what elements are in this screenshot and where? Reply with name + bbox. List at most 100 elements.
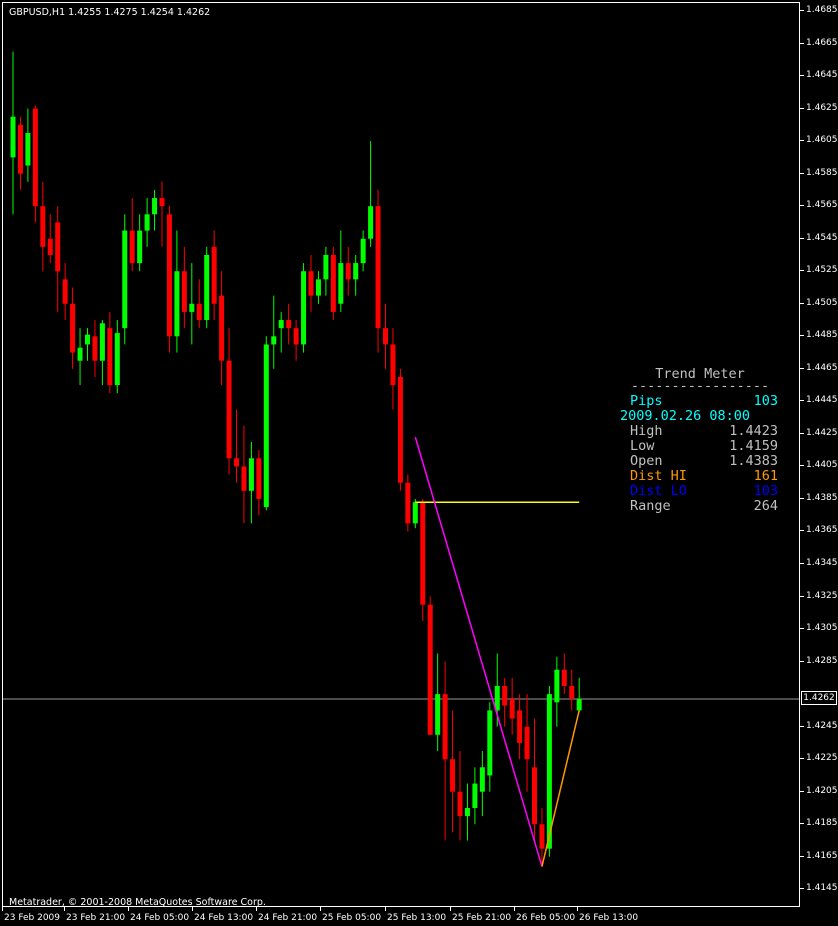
trend-meter-label: High xyxy=(630,423,663,439)
candle-body xyxy=(405,482,411,524)
price-label: 1.4665 xyxy=(806,37,838,48)
trend-meter-label: Low xyxy=(630,438,655,454)
candle-body xyxy=(92,336,98,361)
candle-body xyxy=(427,604,433,735)
price-tick xyxy=(800,530,804,532)
candle-body xyxy=(330,254,336,312)
candle-body xyxy=(442,694,448,760)
candle-body xyxy=(517,710,523,743)
trend-meter-row: Open 1.4383 xyxy=(616,454,784,469)
candle-body xyxy=(107,328,113,386)
price-label: 1.4585 xyxy=(806,167,838,178)
candle-body xyxy=(464,807,470,817)
trend-meter-value: 1.4383 xyxy=(729,453,778,469)
time-axis[interactable]: 23 Feb 2009 23 Feb 21:00 24 Feb 05:00 24 Fe… xyxy=(0,907,800,926)
time-tick xyxy=(514,907,515,911)
time-tick xyxy=(320,907,321,911)
price-label: 1.4525 xyxy=(806,265,838,276)
price-tick xyxy=(800,855,804,857)
price-tick xyxy=(800,465,804,467)
candle-body xyxy=(248,458,254,491)
price-label: 1.4245 xyxy=(806,720,838,731)
candle-body xyxy=(166,214,172,337)
price-tick xyxy=(800,790,804,792)
time-tick xyxy=(128,907,129,911)
price-tick xyxy=(800,205,804,207)
price-tick xyxy=(800,595,804,597)
candle-body xyxy=(569,685,575,700)
price-label: 1.4685 xyxy=(806,5,838,15)
price-label: 1.4345 xyxy=(806,558,838,568)
price-tick xyxy=(800,107,804,109)
candle-body xyxy=(226,360,232,459)
price-tick xyxy=(800,497,804,499)
time-tick xyxy=(577,907,578,911)
price-tick xyxy=(800,823,804,825)
candle-body xyxy=(368,206,374,239)
trend-meter-rows: Pips 103 2009.02.26 08:00 High 1.4423 Low 1.41… xyxy=(616,394,784,514)
time-tick xyxy=(385,907,386,911)
candle-body xyxy=(450,759,456,792)
price-tick xyxy=(800,75,804,77)
price-label: 1.4385 xyxy=(806,492,838,503)
price-tick xyxy=(800,10,804,11)
candle-body xyxy=(435,694,441,735)
candle-body xyxy=(576,699,582,711)
trend-meter-value: 1.4159 xyxy=(729,438,778,454)
time-label: 24 Feb 13:00 xyxy=(194,913,254,923)
plot-area[interactable]: GBPUSD,H1 1.4255 1.4275 1.4254 1.4262 Me… xyxy=(2,2,800,907)
price-label: 1.4625 xyxy=(806,102,838,113)
price-tick xyxy=(800,888,804,890)
price-tick xyxy=(800,563,804,564)
candle-body xyxy=(189,303,195,312)
candle-body xyxy=(25,132,31,166)
candle-body xyxy=(211,246,217,304)
price-tick xyxy=(800,432,804,434)
price-tick xyxy=(800,725,804,727)
price-tick xyxy=(800,660,804,662)
candle-body xyxy=(397,376,403,483)
candle-body xyxy=(219,295,225,361)
candle-body xyxy=(47,238,53,255)
price-tick xyxy=(800,367,804,369)
candle-body xyxy=(62,279,68,304)
trend-meter-value: 103 xyxy=(753,483,778,499)
candle-body xyxy=(383,328,388,345)
candle-body xyxy=(420,502,426,605)
price-tick xyxy=(800,140,804,142)
trend-meter-value: 1.4423 xyxy=(729,423,778,439)
price-label: 1.4605 xyxy=(806,135,838,146)
price-label: 1.4545 xyxy=(806,232,838,243)
candle-body xyxy=(271,336,277,345)
time-tick xyxy=(192,907,193,911)
candle-body xyxy=(263,344,269,508)
time-tick xyxy=(256,907,257,911)
candle-body xyxy=(338,263,344,304)
candle-body xyxy=(353,263,359,280)
price-tick xyxy=(800,758,804,760)
price-axis[interactable]: 1.4685 1.4665 1.4645 1.4625 1.4605 1.4585 1.45… xyxy=(800,0,838,926)
trend-meter-row: Range 264 xyxy=(616,499,784,514)
trend-meter-row: Dist LO 103 xyxy=(616,484,784,499)
candle-body xyxy=(85,334,90,345)
candle-body xyxy=(360,238,366,264)
chart-window[interactable]: GBPUSD,H1 1.4255 1.4275 1.4254 1.4262 Me… xyxy=(0,0,838,926)
candle-body xyxy=(561,669,567,686)
trend-meter-value: 161 xyxy=(753,468,778,484)
candle-body xyxy=(144,214,150,231)
price-label: 1.4145 xyxy=(806,883,838,894)
trend-meter-label: Open xyxy=(630,453,663,469)
candle-body xyxy=(487,710,493,776)
price-label: 1.4485 xyxy=(806,330,838,341)
time-label: 23 Feb 2009 xyxy=(4,913,61,923)
candle-body xyxy=(174,271,180,337)
candle-body xyxy=(323,254,329,280)
price-tick xyxy=(800,172,804,174)
current-price-tag: 1.4262 xyxy=(801,691,837,705)
price-label: 1.4285 xyxy=(806,655,838,666)
price-tick xyxy=(800,42,804,44)
price-label: 1.4505 xyxy=(806,297,838,308)
candle-body xyxy=(196,303,202,321)
price-label: 1.4365 xyxy=(806,525,838,536)
candle-body xyxy=(32,108,38,207)
